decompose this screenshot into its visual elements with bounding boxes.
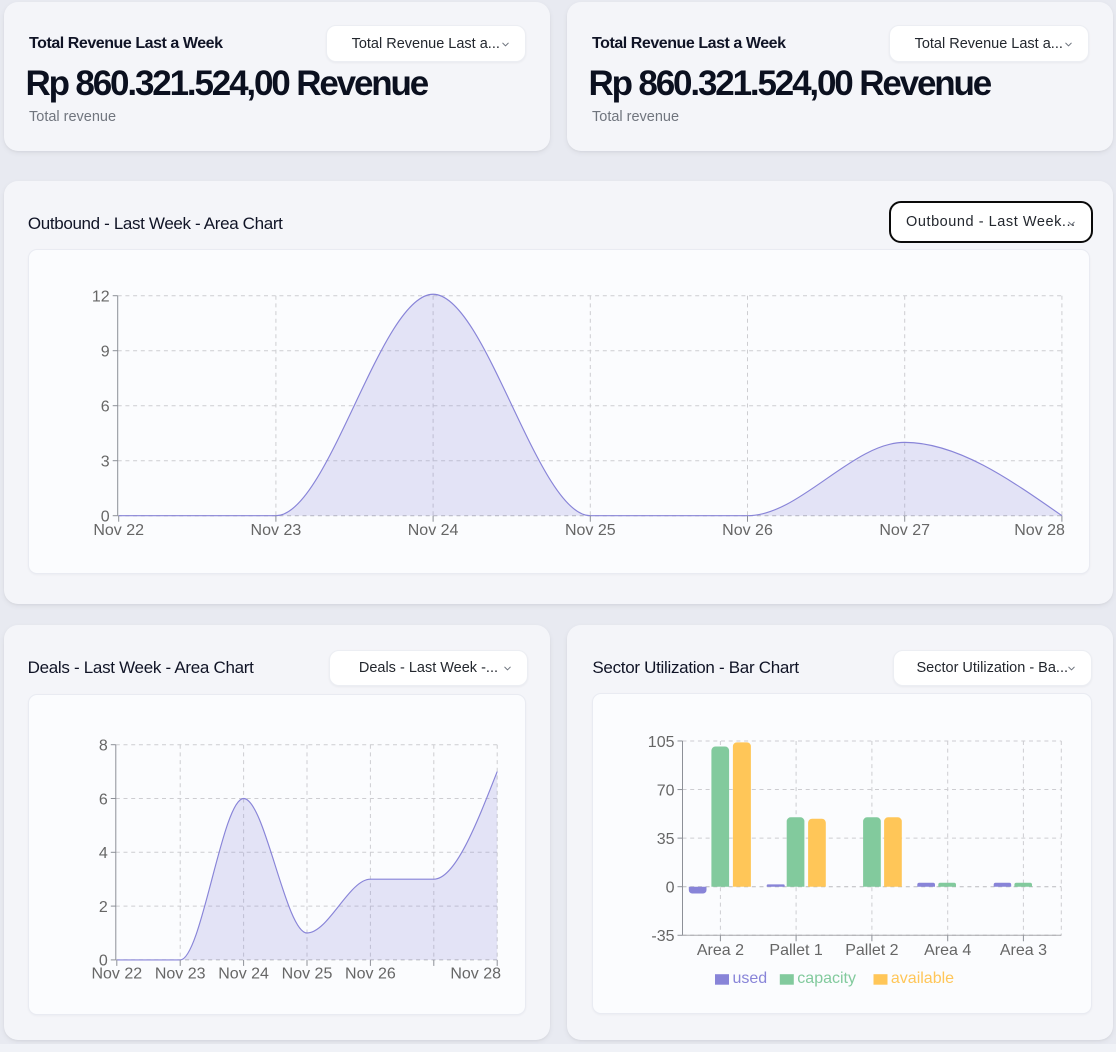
svg-text:Nov 27: Nov 27 xyxy=(879,522,930,539)
svg-text:70: 70 xyxy=(657,782,675,799)
svg-text:Pallet 1: Pallet 1 xyxy=(770,942,823,959)
svg-text:Nov 24: Nov 24 xyxy=(408,522,459,539)
svg-text:8: 8 xyxy=(98,737,107,754)
svg-text:Nov 23: Nov 23 xyxy=(154,965,205,982)
svg-text:Nov 25: Nov 25 xyxy=(565,522,616,539)
svg-text:35: 35 xyxy=(657,831,675,848)
svg-text:Nov 22: Nov 22 xyxy=(91,965,142,982)
svg-text:Area 2: Area 2 xyxy=(697,942,744,959)
svg-text:Nov 25: Nov 25 xyxy=(281,965,332,982)
svg-text:capacity: capacity xyxy=(798,970,857,987)
svg-text:Pallet 2: Pallet 2 xyxy=(846,942,899,959)
svg-text:6: 6 xyxy=(98,791,107,808)
svg-text:9: 9 xyxy=(101,344,110,361)
svg-text:Area 3: Area 3 xyxy=(1000,942,1047,959)
svg-text:Area 4: Area 4 xyxy=(925,942,972,959)
svg-text:available: available xyxy=(891,970,954,987)
svg-text:Nov 22: Nov 22 xyxy=(93,522,144,539)
svg-text:6: 6 xyxy=(101,399,110,416)
svg-text:2: 2 xyxy=(98,899,107,916)
svg-text:Nov 28: Nov 28 xyxy=(450,965,501,982)
svg-text:3: 3 xyxy=(101,454,110,471)
svg-text:105: 105 xyxy=(648,734,675,751)
svg-text:4: 4 xyxy=(98,845,107,862)
svg-text:Nov 26: Nov 26 xyxy=(722,522,773,539)
svg-text:12: 12 xyxy=(92,289,110,306)
svg-text:-35: -35 xyxy=(652,928,675,945)
svg-text:Nov 26: Nov 26 xyxy=(345,965,396,982)
svg-text:0: 0 xyxy=(666,880,675,897)
svg-text:Nov 24: Nov 24 xyxy=(218,965,269,982)
svg-text:used: used xyxy=(733,970,768,987)
svg-text:Nov 28: Nov 28 xyxy=(1014,522,1065,539)
svg-text:Nov 23: Nov 23 xyxy=(250,522,301,539)
